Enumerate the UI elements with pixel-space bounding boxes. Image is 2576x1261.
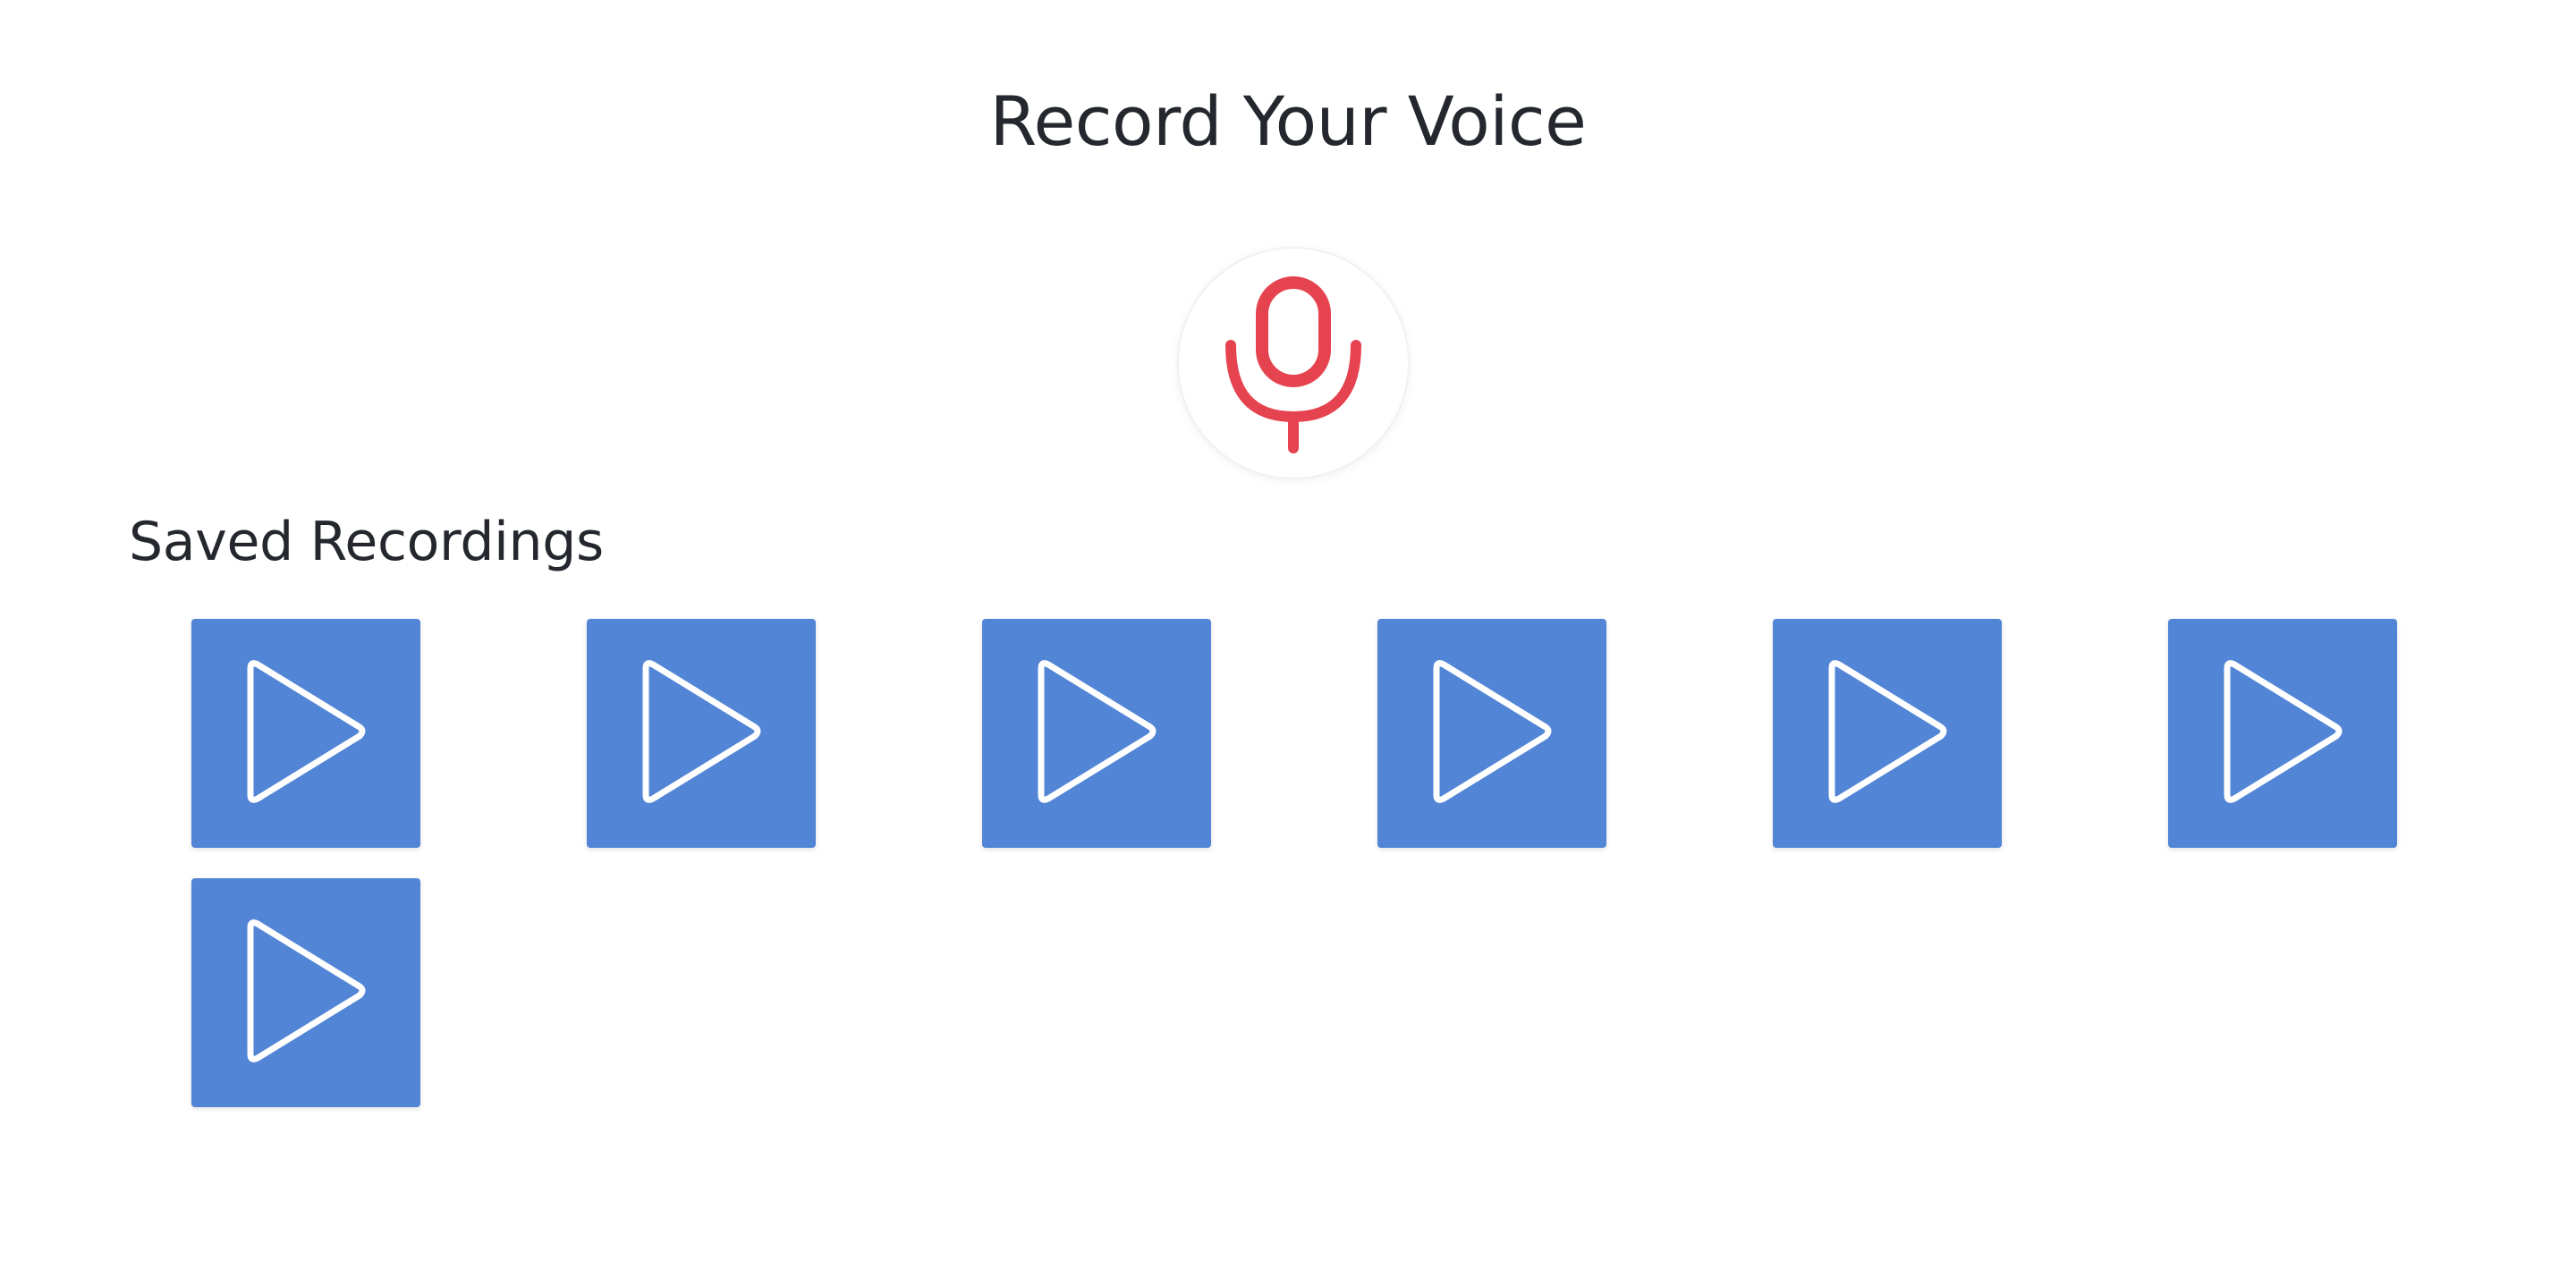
section-title-saved-recordings: Saved Recordings [129, 511, 604, 573]
recording-play-button[interactable] [982, 619, 1211, 848]
record-button[interactable] [1177, 247, 1410, 479]
play-icon [642, 660, 761, 803]
play-icon [1828, 660, 1947, 803]
play-icon [1038, 660, 1157, 803]
recording-play-button[interactable] [1377, 619, 1606, 848]
recording-play-button[interactable] [2168, 619, 2397, 848]
play-icon [1433, 660, 1552, 803]
play-icon [247, 660, 366, 803]
recording-play-button[interactable] [1773, 619, 2002, 848]
play-icon [247, 919, 366, 1062]
microphone-icon [1225, 276, 1361, 453]
play-icon [2224, 660, 2343, 803]
recording-play-button[interactable] [191, 878, 420, 1107]
recording-play-button[interactable] [191, 619, 420, 848]
recording-play-button[interactable] [587, 619, 816, 848]
page-title: Record Your Voice [989, 81, 1587, 161]
recordings-grid [191, 619, 2401, 1107]
